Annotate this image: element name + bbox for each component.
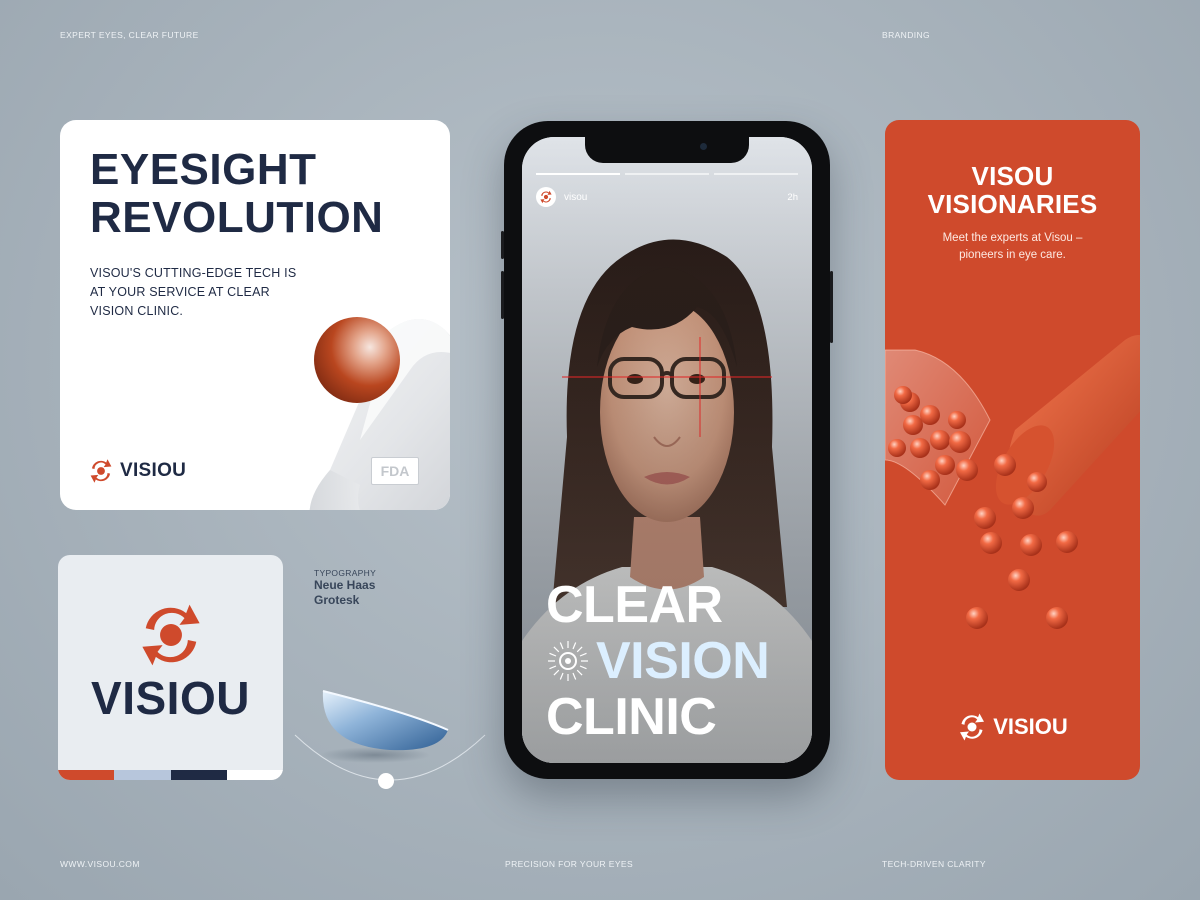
brand-name: VISIOU [120, 460, 187, 481]
font-name-line-1: Neue Haas [314, 578, 376, 592]
headline-line-1: EYESIGHT [90, 145, 317, 194]
sunburst-eye-icon [548, 641, 588, 681]
story-time: 2h [787, 191, 798, 203]
title-line-2: VISIONARIES [927, 189, 1098, 219]
caption-bottom-center: PRECISION FOR YOUR EYES [505, 859, 634, 869]
caption-top-right: BRANDING [882, 30, 931, 40]
caption-bottom-left: WWW.VISOU.COM [60, 859, 140, 869]
contact-lens-illustration [294, 690, 486, 789]
logo-wordmark: VISIOU [91, 672, 250, 724]
caption-top-left: EXPERT EYES, CLEAR FUTURE [60, 30, 199, 40]
headline-clinic: CLINIC [546, 688, 717, 746]
story-progress-2 [625, 173, 709, 175]
caption-bottom-right: TECH-DRIVEN CLARITY [882, 859, 986, 869]
sphere-and-block-illustration [309, 317, 450, 510]
clear-vision-clinic-headline: CLEAR VISION CLINIC [546, 576, 770, 746]
visiou-logo-icon [960, 713, 985, 741]
visiou-logo-icon [142, 604, 200, 666]
font-name-line-2: Grotesk [314, 593, 360, 607]
body-line-1: VISOU'S CUTTING-EDGE TECH IS [90, 266, 297, 280]
subtitle-line-2: pioneers in eye care. [959, 249, 1066, 261]
story-progress-3 [714, 173, 798, 175]
swatch-orange [58, 770, 115, 780]
card-headline: EYESIGHT REVOLUTION [90, 146, 383, 242]
typography-label: TYPOGRAPHY [314, 568, 377, 578]
fda-badge: FDA [371, 457, 419, 485]
headline-vision: VISION [596, 632, 770, 690]
body-line-2: AT YOUR SERVICE AT CLEAR [90, 285, 270, 299]
headline-line-2: REVOLUTION [90, 193, 384, 242]
brand-name: VISIOU [993, 714, 1068, 739]
title-line-1: VISOU [971, 161, 1054, 191]
swatch-white [226, 770, 283, 780]
card-title: VISOU VISIONARIES [885, 162, 1140, 218]
visiou-logo-icon [90, 459, 112, 483]
capsule-illustration [885, 335, 1140, 629]
avatar[interactable] [536, 187, 556, 207]
visiou-brand-lockup: VISIOU [88, 458, 186, 484]
swatch-light-blue [114, 770, 171, 780]
subtitle-line-1: Meet the experts at Visou – [942, 232, 1083, 244]
eyesight-revolution-card: EYESIGHT REVOLUTION VISOU'S CUTTING-EDGE… [60, 120, 450, 510]
visionaries-card: VISOU VISIONARIES Meet the experts at Vi… [885, 120, 1140, 780]
headline-vision-row: VISION [546, 632, 770, 690]
card-subtitle: Meet the experts at Visou – pioneers in … [885, 230, 1140, 264]
story-progress-1 [536, 173, 620, 175]
typography-note: TYPOGRAPHY Neue Haas Grotesk [314, 568, 376, 608]
story-handle[interactable]: visou [564, 192, 587, 203]
visiou-brand-lockup: VISIOU [885, 712, 1140, 742]
headline-clear: CLEAR [546, 576, 723, 634]
phone-mockup: visou 2h CLEAR VISION CLINIC [501, 121, 833, 779]
carousel-dot [378, 773, 394, 789]
phone-screen: visou 2h CLEAR VISION CLINIC [522, 137, 812, 763]
story-header: visou 2h [536, 187, 798, 207]
swatch-navy [170, 770, 227, 780]
color-swatches [58, 770, 283, 780]
visiou-logo-icon [540, 190, 552, 204]
logo-card: VISIOU [58, 555, 283, 780]
